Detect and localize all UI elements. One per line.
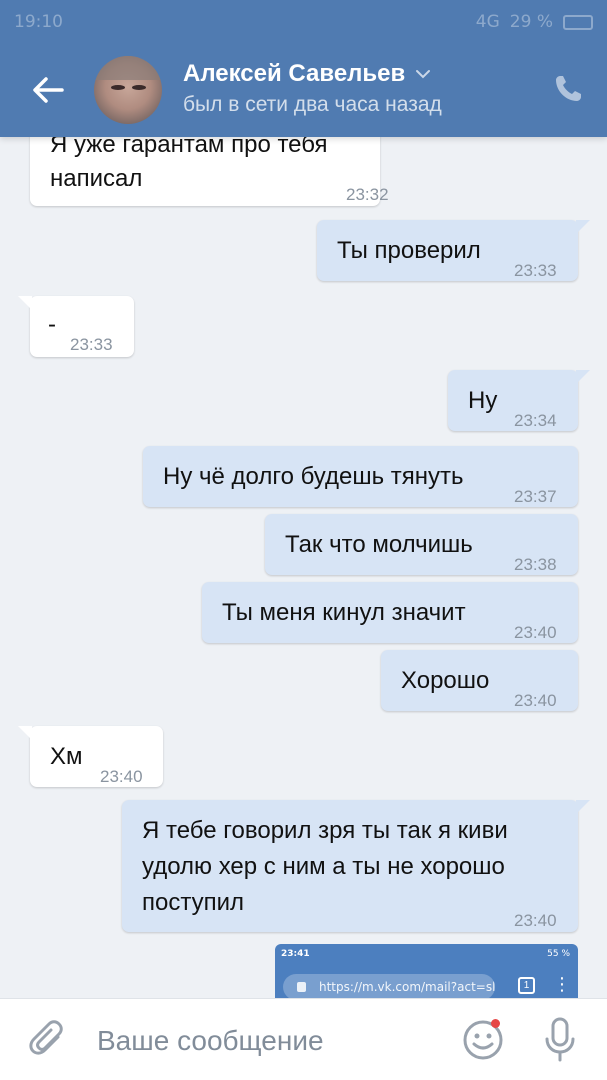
more-icon: ⋮: [553, 974, 571, 994]
message-text: Ну чё долго будешь тянуть: [163, 463, 464, 490]
message-text: написал: [50, 165, 143, 192]
message-text: Ну: [468, 387, 498, 414]
back-arrow-icon[interactable]: [30, 72, 66, 108]
message-incoming[interactable]: - 23:33: [18, 296, 134, 357]
message-time: 23:40: [514, 623, 557, 642]
message-composer: Ваше сообщение: [0, 998, 607, 1080]
avatar[interactable]: [94, 56, 162, 124]
message-outgoing[interactable]: Я тебе говорил зря ты так я киви удолю х…: [122, 800, 590, 932]
message-outgoing[interactable]: Хорошо 23:40: [381, 650, 578, 711]
last-seen-status: был в сети два часа назад: [183, 93, 442, 116]
message-input[interactable]: Ваше сообщение: [97, 1025, 324, 1057]
message-time: 23:33: [514, 261, 557, 280]
tabs-icon: 1: [518, 977, 535, 994]
contact-name[interactable]: Алексей Савельев: [183, 60, 431, 88]
battery-percent: 29 %: [509, 12, 553, 32]
message-time: 23:34: [514, 411, 557, 430]
notification-dot: [491, 1019, 500, 1028]
network-indicator: 4G: [475, 12, 500, 32]
attachment-battery: 55 %: [547, 949, 570, 959]
message-time: 23:40: [514, 911, 557, 930]
message-outgoing[interactable]: Ты проверил 23:33: [317, 220, 590, 281]
message-outgoing[interactable]: Ну 23:34: [448, 370, 590, 431]
phone-icon[interactable]: [552, 73, 584, 105]
message-incoming[interactable]: Хм 23:40: [18, 726, 163, 787]
message-text: Ты проверил: [337, 237, 481, 264]
message-time: 23:40: [514, 691, 557, 710]
message-time: 23:33: [70, 335, 113, 354]
message-text: -: [48, 311, 56, 338]
message-time: 23:32: [346, 185, 389, 204]
battery-icon: [563, 14, 593, 30]
attachment-time: 23:41: [281, 949, 310, 959]
message-time: 23:37: [514, 487, 557, 506]
chevron-down-icon: [416, 70, 431, 79]
lock-icon: [297, 982, 306, 992]
paperclip-icon[interactable]: [28, 1019, 68, 1061]
message-time: 23:38: [514, 555, 557, 574]
screenshot-attachment[interactable]: 23:41 55 % https://m.vk.com/mail?act=sl …: [275, 944, 578, 1004]
message-text: Хорошо: [401, 667, 490, 694]
chat-header: 19:10 4G 29 % Алексей Савельев был в сет…: [0, 0, 607, 137]
message-text: Хм: [50, 743, 83, 770]
message-text: Так что молчишь: [285, 531, 473, 558]
message-time: 23:40: [100, 767, 143, 786]
message-text: Ты меня кинул значит: [222, 599, 466, 626]
message-text: Я тебе говорил зря ты так я киви: [142, 817, 508, 844]
message-outgoing[interactable]: Ну чё долго будешь тянуть 23:37: [143, 446, 578, 507]
message-outgoing[interactable]: Так что молчишь 23:38: [265, 514, 578, 575]
message-outgoing[interactable]: Ты меня кинул значит 23:40: [202, 582, 578, 643]
attachment-url-bar: https://m.vk.com/mail?act=sl: [283, 974, 495, 1000]
microphone-icon[interactable]: [543, 1017, 577, 1063]
message-text: поступил: [142, 889, 245, 916]
status-bar: 19:10 4G 29 %: [0, 0, 607, 40]
message-text: удолю хер с ним а ты не хорошо: [142, 853, 505, 880]
status-time: 19:10: [14, 12, 63, 32]
